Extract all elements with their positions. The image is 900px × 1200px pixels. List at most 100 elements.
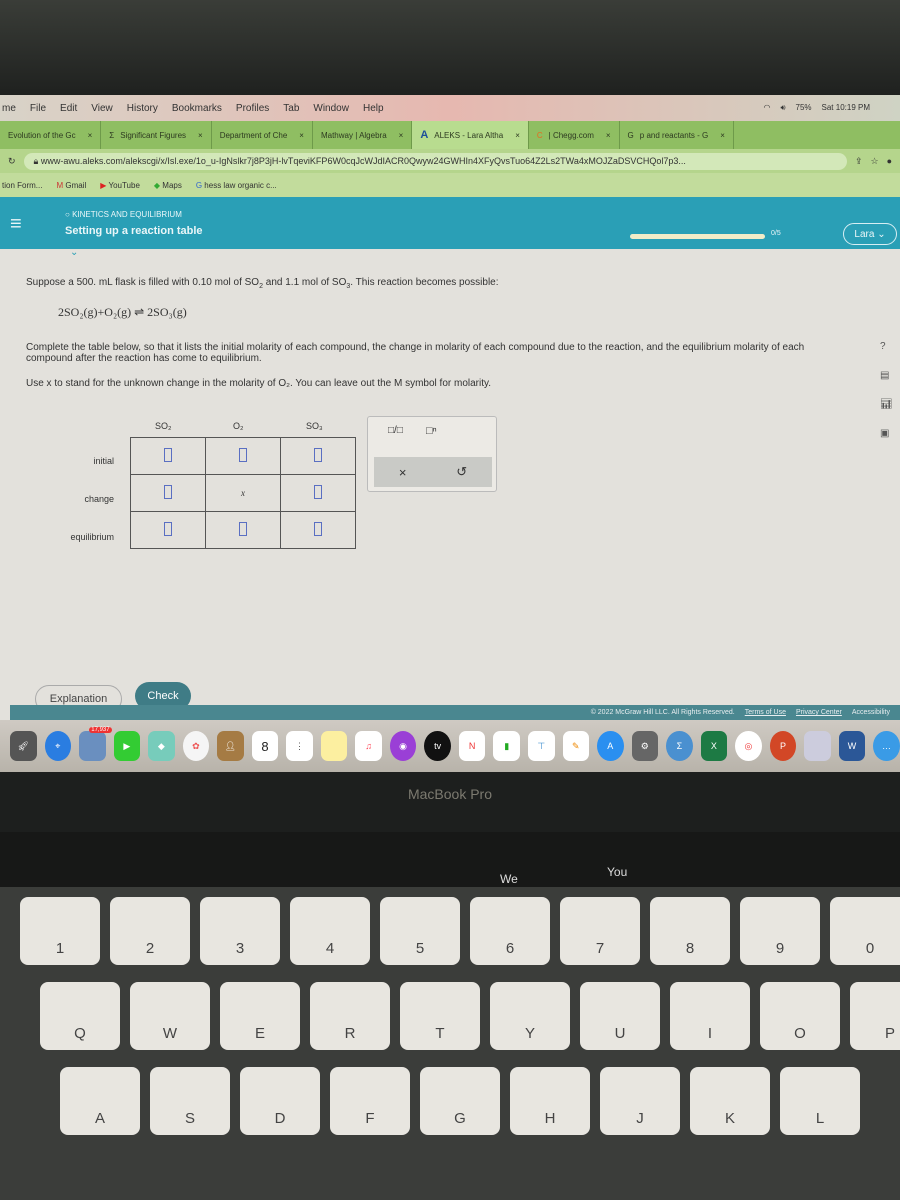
hamburger-menu-icon[interactable]: ≡ — [10, 213, 22, 236]
close-icon[interactable]: × — [720, 131, 725, 140]
key[interactable]: O — [760, 982, 840, 1050]
tab-mathway[interactable]: Mathway | Algebra × — [313, 121, 413, 149]
battery-status[interactable]: 75% — [796, 103, 812, 113]
close-icon[interactable]: × — [88, 131, 93, 140]
privacy-link[interactable]: Privacy Center — [796, 709, 842, 716]
key[interactable]: I — [670, 982, 750, 1050]
key[interactable]: Y — [490, 982, 570, 1050]
chart-icon[interactable]: 📊︎ — [880, 399, 893, 410]
tab-aleks[interactable]: A ALEKS - Lara Altha × — [412, 121, 529, 149]
terms-link[interactable]: Terms of Use — [745, 709, 786, 716]
collapse-chevron-icon[interactable]: ⌄ — [70, 247, 78, 258]
mail-icon[interactable]: 17,937 — [79, 727, 112, 761]
superscript-button[interactable]: □ⁿ — [426, 425, 437, 437]
launchpad-icon[interactable]: 🚀︎ — [10, 731, 37, 761]
key[interactable]: P — [850, 982, 900, 1050]
menu-file[interactable]: File — [30, 103, 46, 114]
tab-department[interactable]: Department of Che × — [212, 121, 313, 149]
user-menu-button[interactable]: Lara ⌄ — [843, 223, 897, 245]
equilibrium-o2-input[interactable] — [205, 511, 281, 549]
calculator-icon[interactable]: ▤ — [880, 370, 893, 381]
clock[interactable]: Sat 10:19 PM — [822, 103, 870, 113]
initial-so2-input[interactable] — [130, 437, 206, 475]
key[interactable]: 5 — [380, 897, 460, 965]
wifi-icon[interactable]: ◠ — [763, 103, 770, 113]
safari-icon[interactable]: ⌖ — [44, 731, 72, 761]
change-so3-input[interactable] — [280, 474, 356, 512]
key[interactable]: 9 — [740, 897, 820, 965]
powerpoint-icon[interactable]: P — [769, 731, 797, 761]
key[interactable]: R — [310, 982, 390, 1050]
calendar-icon[interactable]: 8 — [251, 731, 279, 761]
menu-app[interactable]: me — [2, 103, 16, 114]
menu-profiles[interactable]: Profiles — [236, 103, 269, 114]
key[interactable]: T — [400, 982, 480, 1050]
key[interactable]: 0 — [830, 897, 900, 965]
key[interactable]: 1 — [20, 897, 100, 965]
menu-window[interactable]: Window — [313, 103, 349, 114]
key[interactable]: J — [600, 1067, 680, 1135]
photos-icon[interactable]: ✿ — [182, 731, 210, 761]
key[interactable]: L — [780, 1067, 860, 1135]
menu-history[interactable]: History — [127, 103, 158, 114]
key[interactable]: Q — [40, 982, 120, 1050]
messages-icon[interactable]: … — [873, 731, 900, 761]
apple-tv-icon[interactable]: tv — [424, 731, 451, 761]
close-icon[interactable]: × — [606, 131, 611, 140]
undo-button[interactable]: ↺ — [456, 464, 467, 480]
key[interactable]: 6 — [470, 897, 550, 965]
menu-tab[interactable]: Tab — [283, 103, 299, 114]
key[interactable]: F — [330, 1067, 410, 1135]
mathtype-icon[interactable]: Σ — [666, 731, 693, 761]
pages-icon[interactable]: ✎ — [562, 731, 590, 761]
change-o2-input[interactable]: x — [205, 474, 281, 512]
key[interactable]: S — [150, 1067, 230, 1135]
close-icon[interactable]: × — [515, 131, 520, 140]
reminders-icon[interactable]: ⋮ — [286, 731, 313, 761]
key[interactable]: A — [60, 1067, 140, 1135]
accessibility-link[interactable]: Accessibility — [852, 709, 890, 716]
music-icon[interactable]: ♫ — [355, 731, 382, 761]
preview-icon[interactable] — [804, 731, 831, 761]
bookmark-maps[interactable]: ◆ Maps — [154, 181, 182, 190]
key[interactable]: E — [220, 982, 300, 1050]
key[interactable]: 4 — [290, 897, 370, 965]
tab-google[interactable]: Gp and reactants - G × — [620, 121, 734, 149]
system-preferences-icon[interactable]: ⚙ — [631, 731, 659, 761]
periodic-table-icon[interactable]: ▣ — [880, 428, 893, 439]
bookmark-gmail[interactable]: M Gmail — [56, 181, 86, 190]
key[interactable]: 8 — [650, 897, 730, 965]
close-icon[interactable]: × — [198, 131, 203, 140]
tab-chegg[interactable]: C | Chegg.com × — [529, 121, 620, 149]
star-icon[interactable]: ☆ — [870, 156, 878, 167]
key[interactable]: 3 — [200, 897, 280, 965]
initial-so3-input[interactable] — [280, 437, 356, 475]
equilibrium-so3-input[interactable] — [280, 511, 356, 549]
url-input[interactable]: 🔒︎ www-awu.aleks.com/alekscgi/x/Isl.exe/… — [23, 152, 847, 170]
initial-o2-input[interactable] — [205, 437, 281, 475]
facetime-icon[interactable]: ▶ — [113, 731, 141, 761]
clear-button[interactable]: × — [399, 465, 407, 480]
key[interactable]: 7 — [560, 897, 640, 965]
menu-view[interactable]: View — [91, 103, 113, 114]
key[interactable]: U — [580, 982, 660, 1050]
menu-edit[interactable]: Edit — [60, 103, 77, 114]
change-so2-input[interactable] — [130, 474, 206, 512]
menu-help[interactable]: Help — [363, 103, 384, 114]
key[interactable]: W — [130, 982, 210, 1050]
maps-icon[interactable]: ◆ — [148, 731, 175, 761]
bookmark-hess[interactable]: G hess law organic c... — [196, 181, 277, 190]
bookmark-youtube[interactable]: ▶ YouTube — [100, 181, 140, 190]
keynote-icon[interactable]: ⊤ — [527, 731, 555, 761]
news-icon[interactable]: N — [458, 731, 486, 761]
fraction-button[interactable]: □/□ — [388, 425, 403, 436]
numbers-icon[interactable]: ▮ — [493, 731, 520, 761]
key[interactable]: G — [420, 1067, 500, 1135]
close-icon[interactable]: × — [299, 131, 304, 140]
word-icon[interactable]: W — [838, 731, 866, 761]
equilibrium-so2-input[interactable] — [130, 511, 206, 549]
menu-bookmarks[interactable]: Bookmarks — [172, 103, 222, 114]
key[interactable]: K — [690, 1067, 770, 1135]
chrome-icon[interactable]: ◎ — [735, 731, 762, 761]
touchbar-suggestion[interactable]: We — [500, 872, 518, 886]
